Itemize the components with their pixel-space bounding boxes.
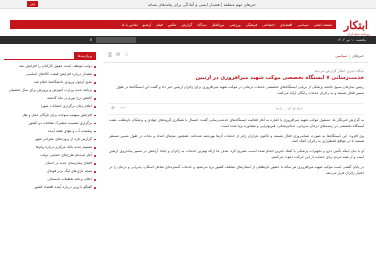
sidebar-news-list: دولت موظف است حقوق کارکنان را افزایش دهد…: [4, 64, 96, 191]
print-icon[interactable]: ⎙: [108, 52, 112, 58]
article-area: خبرهای|سیاسی ⎙ ✉ ☆ پایگاه خبری ابتکار گز…: [104, 50, 368, 269]
article-body: به گزارش خبرنگار ما، مسئول موکب شهید میر…: [109, 118, 364, 180]
bookmark-icon[interactable]: ☆: [124, 52, 128, 58]
sidebar-news-item[interactable]: وضعیت آب و هوای هفته آینده: [4, 129, 96, 135]
menu-item[interactable]: ورزشی: [229, 23, 240, 27]
sidebar-news-item[interactable]: نتایج آزمون ورودی دانشگاه‌ها اعلام شد: [4, 80, 96, 86]
main-menu: صفحه اصلی سیاسی اقتصادی اجتماعی فرهنگی ورزشی ب…: [10, 20, 336, 29]
menu-item[interactable]: بین‌الملل: [211, 23, 224, 27]
font-increase-button[interactable]: +: [110, 104, 116, 112]
sidebar-news-item[interactable]: گزارش تازه از پروژه‌های عمرانی شهر: [4, 137, 96, 143]
current-date: یکشنبه ۱۰ تیر ۱۴۰۳: [337, 38, 366, 42]
ticker-label: تیتر: [26, 1, 38, 7]
sidebar-news-item[interactable]: گفتگو با وزیر درباره آینده اقتصاد کشور: [4, 185, 96, 191]
font-decrease-button[interactable]: −: [120, 104, 126, 112]
news-ticker[interactable]: خبرهای مهم منطقه | هشدار ایمنی و آمادگی …: [148, 2, 256, 7]
divider: [104, 62, 368, 63]
menu-item[interactable]: گزارش: [181, 23, 192, 27]
breadcrumb-home[interactable]: خبرهای: [352, 53, 364, 58]
email-icon[interactable]: ✉: [116, 52, 120, 58]
site-header: ابتکار روزنامه صبح ایران صفحه اصلی سیاسی ا…: [0, 9, 376, 36]
sidebar-news-item[interactable]: افتتاح بیمارستان جدید در استان: [4, 161, 96, 167]
search-bar: یکشنبه ۱۰ تیر ۱۴۰۳ ⌕: [0, 36, 376, 44]
search-icon[interactable]: ⌕: [88, 37, 94, 43]
menu-item[interactable]: فیلم: [156, 23, 162, 27]
article-paragraph: او با بیان اینکه تأمین دارو و تجهیزات پز…: [109, 149, 364, 159]
sidebar-news-item[interactable]: افزایش سهمیه سوخت برای ناوگان حمل و نقل: [4, 113, 96, 119]
sidebar: پربازدیدها دولت موظف است حقوق کارکنان را…: [4, 50, 96, 269]
menu-item[interactable]: آرشیو: [143, 23, 152, 27]
menu-item[interactable]: عکس: [168, 23, 177, 27]
sidebar-tab-popular[interactable]: پربازدیدها: [73, 52, 96, 60]
breadcrumb-separator: |: [348, 53, 351, 58]
article-paragraph: در پایان گفتنی است موکب شهید میرافروزی ه…: [109, 164, 364, 175]
menu-item[interactable]: صفحه اصلی: [314, 23, 333, 27]
sidebar-news-item[interactable]: نتیجه بازی‌های لیگ برتر فوتبال: [4, 169, 96, 175]
article-tools: ⎙ ✉ ☆: [108, 52, 129, 58]
sidebar-news-item[interactable]: هشدار درباره افزایش قیمت کالاهای اساسی: [4, 72, 96, 78]
article-title: خدمت‌رسانی ۷ ایستگاه تخصصی موکب شهید میر…: [195, 75, 364, 81]
menu-item[interactable]: سیاسی: [297, 23, 308, 27]
breadcrumb-section[interactable]: سیاسی: [335, 53, 347, 58]
article-kicker: پایگاه خبری ابتکار گزارش می‌دهد: [314, 69, 364, 73]
article-paragraph: وی افزود: این ایستگاه‌ها به صورت شبانه‌ر…: [109, 133, 364, 144]
publish-timestamp: ۱۴۰۳/۰۴/۱۰ - ۱۲:۳۰: [275, 107, 304, 111]
menu-item[interactable]: فرهنگی: [246, 23, 258, 27]
search-input[interactable]: [96, 37, 136, 43]
menu-item[interactable]: تماس با ما: [122, 23, 138, 27]
top-bar: تیتر خبرهای مهم منطقه | هشدار ایمنی و آم…: [0, 0, 376, 9]
site-logo[interactable]: ابتکار: [344, 19, 368, 33]
article-meta: ۱۴۰۳/۰۴/۱۰ - ۱۲:۳۰ + −: [108, 103, 364, 115]
sidebar-news-item[interactable]: آغاز ثبت‌نام طرح‌های حمایتی دولت: [4, 153, 96, 159]
sidebar-news-item[interactable]: دولت موظف است حقوق کارکنان را افزایش دهد: [4, 64, 96, 70]
sidebar-news-item[interactable]: اعلام زمان برگزاری انتخابات شورا: [4, 104, 96, 110]
menu-item[interactable]: اقتصادی: [280, 23, 292, 27]
article-lead: رئیس سازمان بسیج جامعه پزشکی از برپایی ا…: [116, 85, 364, 95]
article-paragraph: به گزارش خبرنگار ما، مسئول موکب شهید میر…: [109, 118, 364, 128]
sidebar-news-item[interactable]: اعلام برنامه تعطیلات تابستانی: [4, 177, 96, 183]
menu-item[interactable]: اجتماعی: [262, 23, 275, 27]
sidebar-news-item[interactable]: کاهش نرخ تورم در ماه گذشته: [4, 96, 96, 102]
sidebar-header: پربازدیدها: [4, 50, 96, 60]
breadcrumb: خبرهای|سیاسی: [335, 53, 364, 58]
sidebar-news-item[interactable]: تصمیم جدید بانک مرکزی درباره وام‌ها: [4, 145, 96, 151]
sidebar-news-item[interactable]: برگزاری نشست مشترک مقامات دو کشور: [4, 121, 96, 127]
menu-item[interactable]: دیدگاه: [197, 23, 206, 27]
sidebar-news-item[interactable]: برنامه جدید وزارت آموزش و پرورش برای سال…: [4, 88, 96, 94]
